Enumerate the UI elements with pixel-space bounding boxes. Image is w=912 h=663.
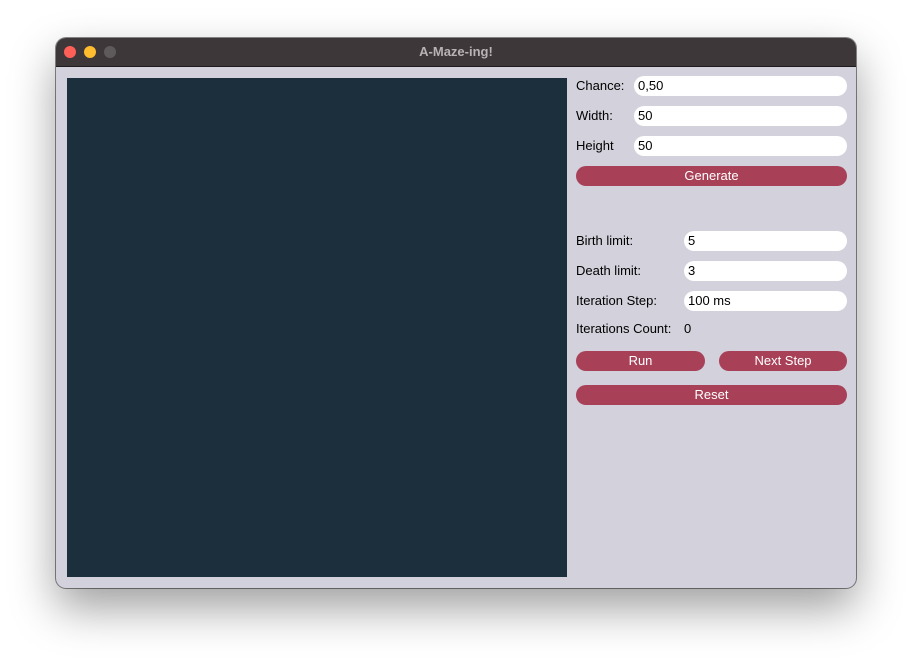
width-input[interactable]	[634, 106, 847, 126]
height-label: Height	[576, 138, 614, 153]
birth-limit-label: Birth limit:	[576, 233, 634, 248]
reset-button[interactable]: Reset	[576, 385, 847, 405]
birth-limit-input[interactable]	[684, 231, 847, 251]
app-window: A-Maze-ing! Chance: Width: Height Genera…	[56, 38, 856, 588]
width-label: Width:	[576, 108, 613, 123]
chance-input[interactable]	[634, 76, 847, 96]
iteration-step-input[interactable]	[684, 291, 847, 311]
window-title: A-Maze-ing!	[419, 44, 493, 59]
iterations-count-label: Iterations Count:	[576, 321, 672, 336]
title-bar[interactable]: A-Maze-ing!	[56, 38, 856, 67]
generate-button[interactable]: Generate	[576, 166, 847, 186]
chance-label: Chance:	[576, 78, 625, 93]
maze-canvas[interactable]	[67, 78, 567, 577]
run-button[interactable]: Run	[576, 351, 705, 371]
death-limit-label: Death limit:	[576, 263, 642, 278]
death-limit-input[interactable]	[684, 261, 847, 281]
height-input[interactable]	[634, 136, 847, 156]
iteration-step-label: Iteration Step:	[576, 293, 657, 308]
iterations-count-value: 0	[684, 321, 692, 336]
next-step-button[interactable]: Next Step	[719, 351, 847, 371]
